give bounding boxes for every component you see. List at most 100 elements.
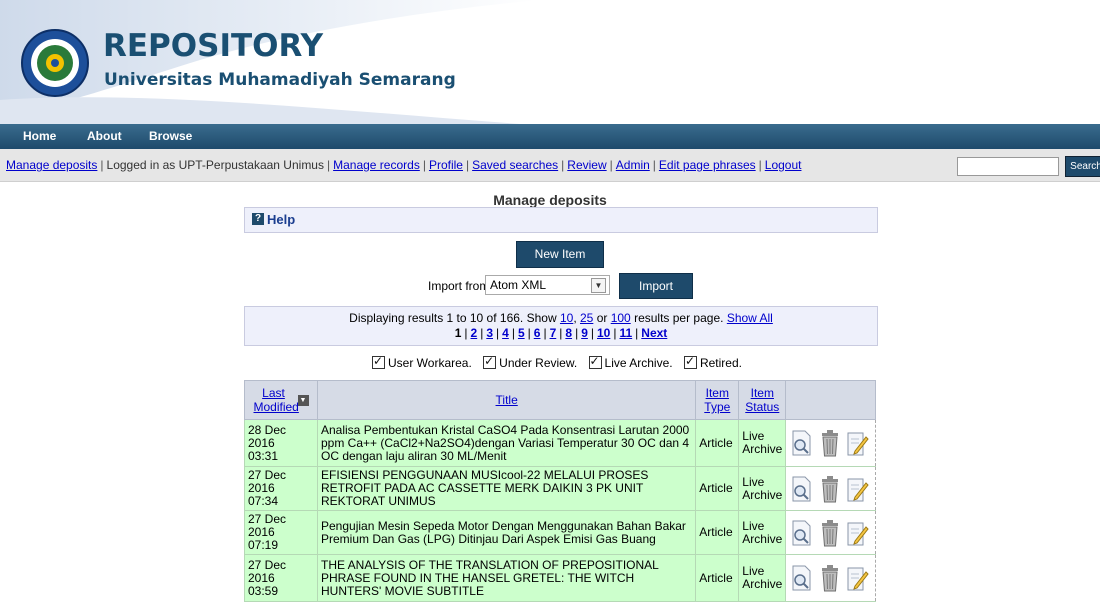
main-nav: Home About Browse bbox=[0, 124, 1100, 149]
cell-last-modified: 27 Dec 2016 03:59 bbox=[244, 554, 318, 602]
cell-actions bbox=[785, 554, 876, 602]
nav-home[interactable]: Home bbox=[23, 129, 56, 143]
or-text: or bbox=[596, 311, 608, 325]
page-link[interactable]: 4 bbox=[502, 326, 509, 340]
status-text: Live bbox=[742, 518, 765, 533]
delete-icon[interactable] bbox=[820, 564, 840, 592]
import-from-label: Import from bbox=[428, 279, 490, 293]
saved-searches-link[interactable]: Saved searches bbox=[472, 158, 558, 172]
status-text: Live bbox=[742, 564, 765, 578]
time-text: 03:59 bbox=[248, 583, 279, 598]
filter-under-review[interactable]: Under Review. bbox=[483, 354, 578, 370]
search-input[interactable] bbox=[957, 157, 1059, 176]
date-text: 28 Dec 2016 bbox=[248, 422, 287, 450]
edit-icon[interactable] bbox=[847, 564, 869, 592]
admin-link[interactable]: Admin bbox=[616, 158, 650, 172]
cell-title: THE ANALYSIS OF THE TRANSLATION OF PREPO… bbox=[316, 554, 697, 602]
manage-deposits-link[interactable]: Manage deposits bbox=[6, 158, 97, 172]
import-format-select[interactable]: Atom XML ▼ bbox=[485, 275, 610, 295]
filter-live-archive[interactable]: Live Archive. bbox=[588, 354, 673, 370]
status-filters: User Workarea. Under Review. Live Archiv… bbox=[372, 354, 750, 370]
page-links: 1 | 2 | 3 | 4 | 5 | 6 | 7 | 8 | 9 | 10 | 11 | Next bbox=[454, 326, 668, 340]
edit-icon[interactable] bbox=[847, 429, 869, 457]
delete-icon[interactable] bbox=[820, 429, 840, 457]
filter-label: Retired. bbox=[699, 356, 742, 370]
delete-icon[interactable] bbox=[820, 519, 840, 547]
cell-item-type: Article bbox=[695, 510, 740, 555]
checkbox-checked-icon[interactable] bbox=[683, 354, 697, 369]
help-label[interactable]: Help bbox=[267, 212, 295, 227]
cell-last-modified: 27 Dec 2016 07:19 bbox=[244, 510, 318, 555]
table-row: 27 Dec 2016 03:59 THE ANALYSIS OF THE TRA… bbox=[244, 554, 876, 602]
sort-title-link[interactable]: Title bbox=[496, 393, 518, 407]
show-all-link[interactable]: Show All bbox=[727, 311, 773, 325]
col-last-modified[interactable]: Last Modified▼ bbox=[244, 380, 318, 420]
import-format-value: Atom XML bbox=[490, 278, 547, 292]
show-100-link[interactable]: 100 bbox=[611, 311, 631, 325]
edit-icon[interactable] bbox=[847, 475, 869, 503]
time-text: 03:31 bbox=[248, 448, 279, 463]
filter-user-workarea[interactable]: User Workarea. bbox=[372, 354, 472, 370]
user-toolbar: Manage deposits | Logged in as UPT-Perpust… bbox=[0, 149, 1100, 182]
table-row: 27 Dec 2016 07:34 EFISIENSI PENGGUNAAN MU… bbox=[244, 466, 876, 511]
nav-browse[interactable]: Browse bbox=[149, 129, 192, 143]
table-row: 27 Dec 2016 07:19 Pengujian Mesin Sepeda … bbox=[244, 510, 876, 555]
checkbox-checked-icon[interactable] bbox=[372, 354, 385, 369]
cell-title: EFISIENSI PENGGUNAAN MUSIcool-22 MELALUI… bbox=[316, 466, 697, 511]
sort-last-modified-link[interactable]: Last Modified bbox=[254, 386, 299, 414]
deposits-table: Last Modified▼ Title Item Type Item Stat… bbox=[244, 380, 876, 602]
time-text: 07:34 bbox=[248, 494, 279, 508]
university-seal-logo bbox=[21, 29, 89, 97]
logout-link[interactable]: Logout bbox=[765, 158, 802, 172]
table-header-row: Last Modified▼ Title Item Type Item Stat… bbox=[244, 380, 876, 420]
view-icon[interactable] bbox=[792, 519, 812, 547]
checkbox-checked-icon[interactable] bbox=[483, 354, 497, 369]
view-icon[interactable] bbox=[792, 475, 812, 503]
results-summary: Displaying results 1 to 10 of 166. Show bbox=[349, 311, 557, 325]
col-title[interactable]: Title bbox=[316, 380, 697, 420]
view-icon[interactable] bbox=[792, 429, 812, 457]
review-link[interactable]: Review bbox=[567, 158, 606, 172]
page-link[interactable]: 9 bbox=[581, 326, 588, 340]
table-row: 28 Dec 2016 03:31 Analisa Pembentukan Kri… bbox=[244, 419, 876, 467]
sort-item-type-link[interactable]: Item Type bbox=[704, 386, 730, 414]
show-10-link[interactable]: 10 bbox=[560, 311, 573, 325]
col-item-status[interactable]: Item Status bbox=[738, 380, 787, 420]
show-25-link[interactable]: 25 bbox=[580, 311, 593, 325]
chevron-down-icon: ▼ bbox=[591, 278, 606, 293]
profile-link[interactable]: Profile bbox=[429, 158, 463, 172]
filter-label: Under Review. bbox=[499, 356, 578, 370]
view-icon[interactable] bbox=[792, 564, 812, 592]
cell-item-status: Live Archive bbox=[738, 510, 787, 555]
date-text: 27 Dec 2016 bbox=[248, 557, 287, 585]
col-item-type[interactable]: Item Type bbox=[695, 380, 740, 420]
delete-icon[interactable] bbox=[820, 475, 840, 503]
manage-records-link[interactable]: Manage records bbox=[333, 158, 420, 172]
page-link[interactable]: 11 bbox=[619, 326, 632, 340]
new-item-button[interactable]: New Item bbox=[516, 241, 604, 268]
cell-actions bbox=[785, 466, 876, 511]
page-link[interactable]: 3 bbox=[486, 326, 493, 340]
filter-retired[interactable]: Retired. bbox=[683, 354, 742, 370]
help-bar[interactable]: ? Help bbox=[244, 207, 878, 233]
edit-page-phrases-link[interactable]: Edit page phrases bbox=[659, 158, 756, 172]
filter-label: Live Archive. bbox=[604, 356, 673, 370]
import-button[interactable]: Import bbox=[619, 273, 693, 299]
time-text: 07:19 bbox=[248, 538, 279, 552]
nav-about[interactable]: About bbox=[87, 129, 122, 143]
page-link[interactable]: 5 bbox=[518, 326, 525, 340]
search-button[interactable]: Search bbox=[1065, 156, 1100, 177]
cell-title: Analisa Pembentukan Kristal CaSO4 Pada K… bbox=[316, 419, 697, 467]
page-link[interactable]: 10 bbox=[597, 326, 610, 340]
sort-desc-icon[interactable]: ▼ bbox=[297, 394, 309, 406]
edit-icon[interactable] bbox=[847, 519, 869, 547]
status-text: Archive bbox=[742, 442, 783, 456]
date-text: 27 Dec 2016 bbox=[248, 468, 287, 495]
cell-item-status: Live Archive bbox=[738, 554, 787, 602]
logged-in-text: Logged in as UPT-Perpustakaan Unimus bbox=[106, 158, 324, 172]
checkbox-checked-icon[interactable] bbox=[588, 354, 602, 369]
sort-item-status-link[interactable]: Item Status bbox=[745, 386, 779, 414]
filter-label: User Workarea. bbox=[388, 356, 472, 370]
next-page-link[interactable]: Next bbox=[641, 326, 667, 340]
site-title: REPOSITORY bbox=[103, 28, 324, 64]
